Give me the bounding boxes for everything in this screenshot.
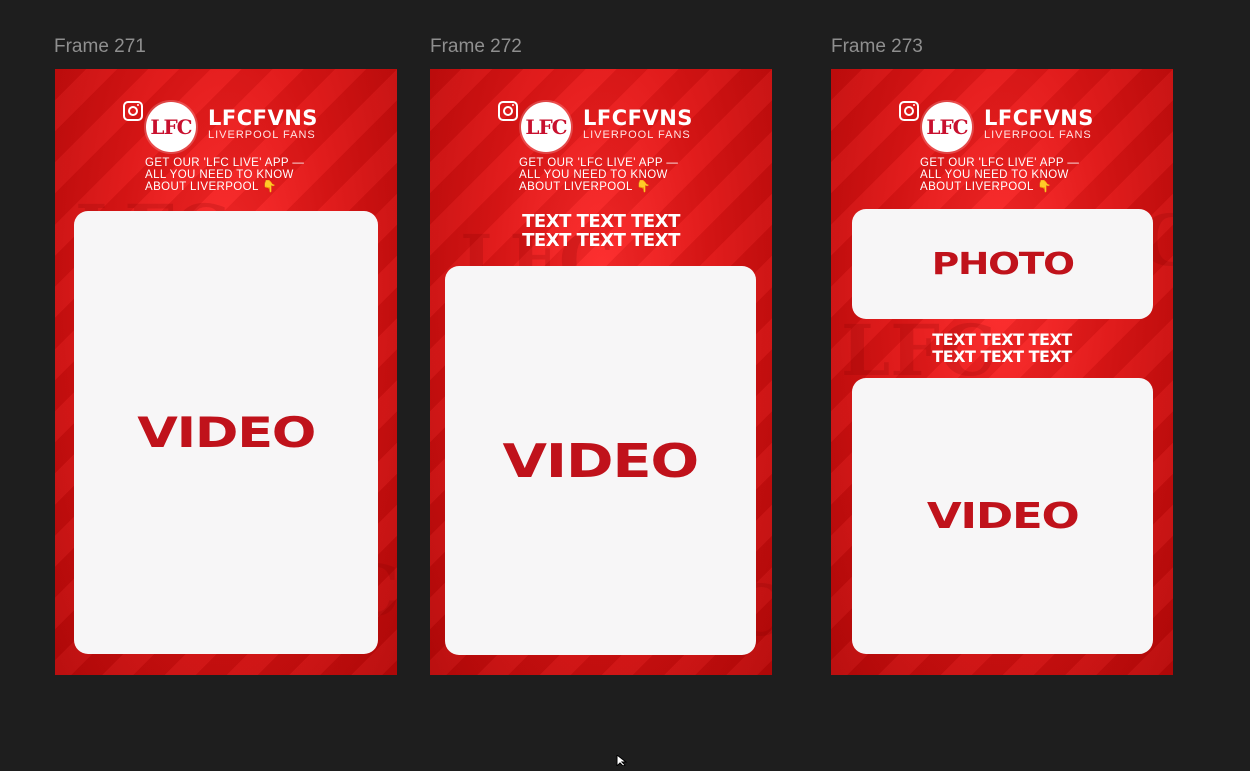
brand-subtitle: LIVERPOOL FANS	[583, 129, 691, 141]
instagram-icon	[899, 101, 919, 121]
text-line: TEXT TEXT TEXT	[932, 347, 1072, 366]
frame-272[interactable]: LFC LFC LFC LFCFVNS LIVERPOOL FANS GET O…	[430, 69, 772, 675]
brand-name: LFCFVNS	[583, 106, 693, 130]
text-line: TEXT TEXT TEXT	[522, 211, 680, 232]
brand-name: LFCFVNS	[984, 106, 1094, 130]
promo-line: GET OUR 'LFC LIVE' APP —	[145, 157, 305, 169]
crest-logo: LFC	[922, 102, 972, 152]
promo-line: ALL YOU NEED TO KNOW	[145, 169, 294, 181]
promo-line: GET OUR 'LFC LIVE' APP —	[519, 157, 679, 169]
text-line: TEXT TEXT TEXT	[522, 230, 680, 251]
crest-logo: LFC	[146, 102, 196, 152]
text-placeholder[interactable]: TEXT TEXT TEXT TEXT TEXT TEXT	[894, 331, 1110, 365]
text-placeholder[interactable]: TEXT TEXT TEXT TEXT TEXT TEXT	[480, 212, 722, 250]
brand-subtitle: LIVERPOOL FANS	[984, 129, 1092, 141]
video-label: VIDEO	[926, 495, 1080, 537]
frame-272-label[interactable]: Frame 272	[430, 36, 522, 58]
brand-name: LFCFVNS	[208, 106, 318, 130]
promo-line: ALL YOU NEED TO KNOW	[519, 169, 668, 181]
brand: LFCFVNS LIVERPOOL FANS	[208, 107, 318, 141]
photo-label: PHOTO	[931, 246, 1075, 282]
frame-271-label[interactable]: Frame 271	[54, 36, 146, 58]
promo-line: ABOUT LIVERPOOL 👇	[145, 181, 277, 193]
instagram-icon	[498, 101, 518, 121]
promo-line: GET OUR 'LFC LIVE' APP —	[920, 157, 1080, 169]
frame-271[interactable]: LFC LFC LFC LFCFVNS LIVERPOOL FANS GET O…	[55, 69, 397, 675]
instagram-icon	[123, 101, 143, 121]
crest-logo: LFC	[521, 102, 571, 152]
frame-273-label[interactable]: Frame 273	[831, 36, 923, 58]
brand-subtitle: LIVERPOOL FANS	[208, 129, 316, 141]
mouse-pointer-icon	[616, 753, 630, 768]
video-label: VIDEO	[136, 408, 316, 457]
video-label: VIDEO	[502, 433, 700, 488]
brand: LFCFVNS LIVERPOOL FANS	[984, 107, 1094, 141]
promo-line: ALL YOU NEED TO KNOW	[920, 169, 1069, 181]
promo-text: GET OUR 'LFC LIVE' APP — ALL YOU NEED TO…	[920, 157, 1079, 193]
video-placeholder[interactable]: VIDEO	[445, 266, 756, 655]
video-placeholder[interactable]: VIDEO	[74, 211, 378, 654]
promo-text: GET OUR 'LFC LIVE' APP — ALL YOU NEED TO…	[519, 157, 678, 193]
photo-placeholder[interactable]: PHOTO	[852, 209, 1153, 319]
promo-text: GET OUR 'LFC LIVE' APP — ALL YOU NEED TO…	[145, 157, 304, 193]
video-placeholder[interactable]: VIDEO	[852, 378, 1153, 654]
promo-line: ABOUT LIVERPOOL 👇	[519, 181, 651, 193]
frame-273[interactable]: LFC LFC LFC LFCFVNS LIVERPOOL FANS GET O…	[831, 69, 1173, 675]
brand: LFCFVNS LIVERPOOL FANS	[583, 107, 693, 141]
promo-line: ABOUT LIVERPOOL 👇	[920, 181, 1052, 193]
text-line: TEXT TEXT TEXT	[932, 330, 1072, 349]
